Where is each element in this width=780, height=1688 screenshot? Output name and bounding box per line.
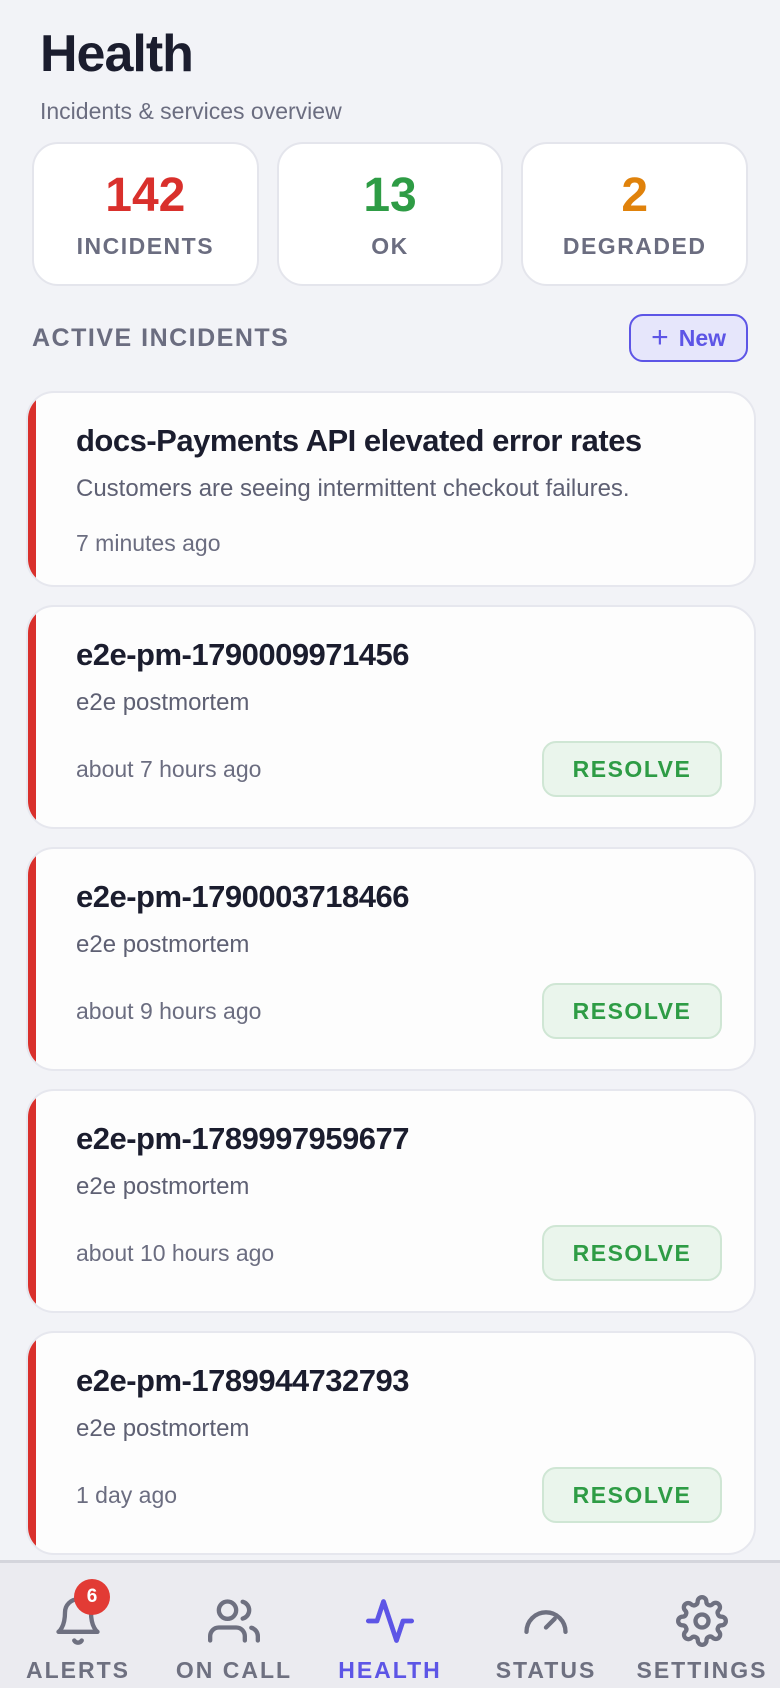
stat-card-incidents[interactable]: 142 INCIDENTS <box>32 142 259 286</box>
incident-title: e2e-pm-1790009971456 <box>76 637 410 672</box>
incident-description: e2e postmortem <box>76 689 250 716</box>
incident-title: e2e-pm-1789944732793 <box>76 1363 410 1398</box>
incident-card[interactable]: e2e-pm-1790003718466 e2e postmortem abou… <box>26 847 756 1071</box>
incident-description: e2e postmortem <box>76 931 250 958</box>
stat-label: DEGRADED <box>562 232 707 259</box>
severity-bar <box>28 1333 36 1553</box>
incident-description: Customers are seeing intermittent checko… <box>76 475 630 502</box>
severity-bar <box>28 849 36 1069</box>
stat-value: 13 <box>363 168 417 222</box>
incident-card[interactable]: docs-Payments API elevated error rates C… <box>26 391 756 587</box>
tab-on-call[interactable]: ON CALL <box>156 1563 312 1688</box>
tab-label: ON CALL <box>175 1657 293 1683</box>
active-incidents-header: ACTIVE INCIDENTS + New <box>32 313 748 363</box>
stat-card-degraded[interactable]: 2 DEGRADED <box>521 142 749 286</box>
stat-label: OK <box>371 232 409 259</box>
tab-label: SETTINGS <box>636 1657 768 1683</box>
incident-card[interactable]: e2e-pm-1789944732793 e2e postmortem 1 da… <box>26 1331 756 1555</box>
incident-time: 7 minutes ago <box>76 529 221 556</box>
new-button-label: New <box>678 324 726 351</box>
tab-status[interactable]: STATUS <box>468 1563 624 1688</box>
severity-bar <box>28 393 36 585</box>
resolve-button[interactable]: RESOLVE <box>542 1225 722 1281</box>
page-header: Health Incidents & services overview <box>40 22 342 125</box>
incident-list: docs-Payments API elevated error rates C… <box>26 391 756 1573</box>
plus-icon: + <box>651 321 669 354</box>
incident-card[interactable]: e2e-pm-1790009971456 e2e postmortem abou… <box>26 605 756 829</box>
incident-time: about 9 hours ago <box>76 997 262 1024</box>
tab-label: HEALTH <box>338 1657 442 1683</box>
page-subtitle: Incidents & services overview <box>40 98 342 124</box>
incident-card[interactable]: e2e-pm-1789997959677 e2e postmortem abou… <box>26 1089 756 1313</box>
gauge-icon <box>520 1595 572 1647</box>
resolve-button[interactable]: RESOLVE <box>542 1467 722 1523</box>
alerts-badge: 6 <box>74 1579 110 1615</box>
stat-value: 142 <box>105 168 186 222</box>
tab-settings[interactable]: SETTINGS <box>624 1563 780 1688</box>
severity-bar <box>28 1091 36 1311</box>
page-title: Health <box>40 25 194 83</box>
stat-label: INCIDENTS <box>76 232 215 259</box>
stat-card-ok[interactable]: 13 OK <box>276 142 504 286</box>
tab-health[interactable]: HEALTH <box>312 1563 468 1688</box>
severity-bar <box>28 607 36 827</box>
stats-row: 142 INCIDENTS 13 OK 2 DEGRADED <box>32 142 749 286</box>
resolve-button[interactable]: RESOLVE <box>542 741 722 797</box>
incident-description: e2e postmortem <box>76 1173 250 1200</box>
tab-label: ALERTS <box>26 1657 130 1683</box>
bottom-tab-bar: 6 ALERTS ON CALL HEALTH STATUS SETTINGS <box>0 1560 780 1688</box>
users-icon <box>208 1595 260 1647</box>
incident-description: e2e postmortem <box>76 1415 250 1442</box>
incident-title: e2e-pm-1790003718466 <box>76 879 410 914</box>
new-incident-button[interactable]: + New <box>629 314 748 362</box>
incident-time: about 10 hours ago <box>76 1239 275 1266</box>
section-title: ACTIVE INCIDENTS <box>32 323 290 352</box>
health-screen: Health Incidents & services overview 142… <box>0 0 780 1688</box>
activity-icon <box>364 1595 416 1647</box>
stat-value: 2 <box>621 168 649 222</box>
gear-icon <box>676 1595 728 1647</box>
tab-alerts[interactable]: 6 ALERTS <box>0 1563 156 1688</box>
bell-icon: 6 <box>52 1579 110 1647</box>
incident-time: about 7 hours ago <box>76 755 262 782</box>
tab-label: STATUS <box>495 1657 597 1683</box>
resolve-button[interactable]: RESOLVE <box>542 983 722 1039</box>
incident-title: e2e-pm-1789997959677 <box>76 1121 410 1156</box>
incident-time: 1 day ago <box>76 1481 178 1508</box>
incident-title: docs-Payments API elevated error rates <box>76 423 642 458</box>
